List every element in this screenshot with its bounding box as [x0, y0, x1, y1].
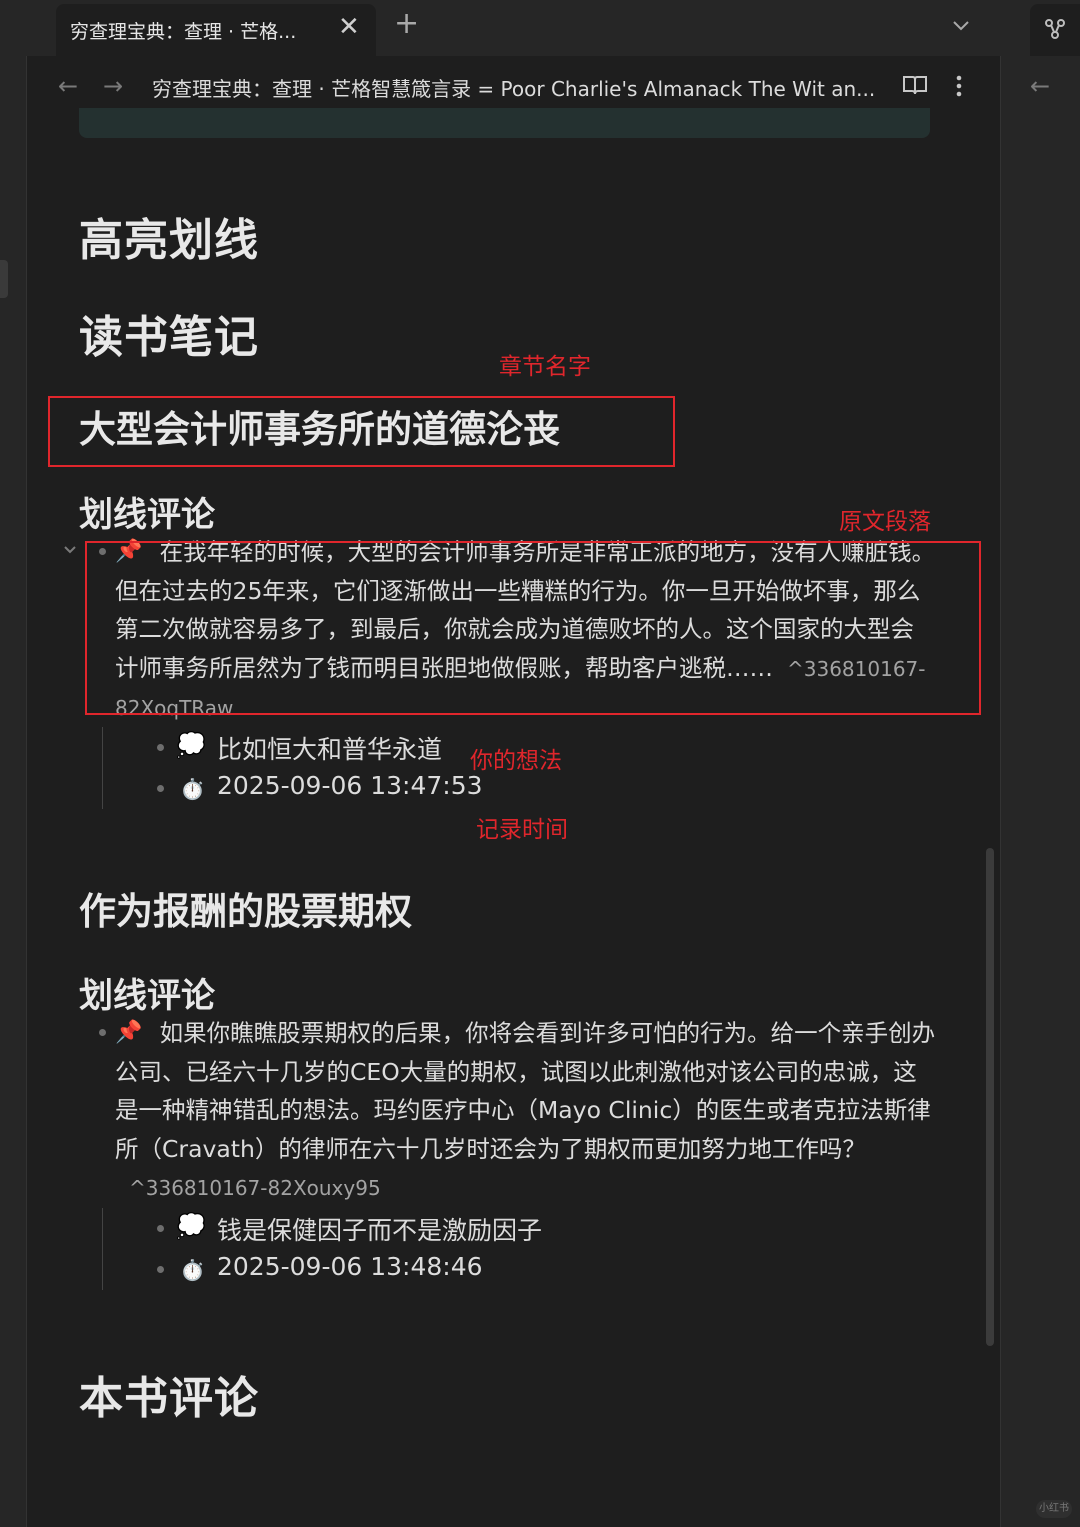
sidebar-toggle-handle[interactable]: [0, 260, 8, 298]
annotation-record-time: 记录时间: [476, 817, 568, 843]
my-thought: 比如恒大和普华永道: [217, 735, 443, 764]
tab-title[interactable]: 穷查理宝典：查理 · 芒格...: [70, 17, 296, 44]
right-panel-tab[interactable]: [1030, 4, 1080, 56]
vertical-scrollbar[interactable]: [986, 848, 994, 1346]
record-timestamp: 2025-09-06 13:48:46: [217, 1252, 483, 1281]
more-options-icon[interactable]: [955, 74, 963, 98]
list-bullet: [157, 1266, 164, 1273]
forward-arrow-icon[interactable]: →: [103, 72, 123, 100]
back-arrow-icon[interactable]: ←: [58, 72, 78, 100]
heading-reading-notes: 读书笔记: [79, 312, 259, 363]
annotation-original-paragraph: 原文段落: [839, 509, 931, 535]
stopwatch-icon: ⏱️: [180, 1258, 205, 1282]
list-bullet: [157, 744, 164, 751]
heading-book-review: 本书评论: [79, 1373, 259, 1424]
reading-view-icon[interactable]: [902, 74, 928, 96]
section-heading-comments: 划线评论: [79, 495, 215, 535]
watermark-logo: 小红书: [1036, 1500, 1072, 1518]
indent-guide: [102, 1208, 103, 1290]
heading-highlights: 高亮划线: [79, 215, 259, 266]
graph-icon[interactable]: [1044, 18, 1066, 40]
annotation-box-chapter: [48, 396, 675, 467]
right-sidebar: [1000, 56, 1080, 1527]
pin-icon: 📌: [115, 1020, 143, 1045]
thought-bubble-icon: 💭: [176, 1212, 206, 1240]
new-tab-button[interactable]: +: [394, 6, 419, 41]
annotation-chapter-name: 章节名字: [499, 354, 591, 380]
active-tab[interactable]: 穷查理宝典：查理 · 芒格... ✕: [56, 4, 376, 56]
annotation-box-paragraph: [85, 541, 981, 715]
annotation-your-thought: 你的想法: [470, 748, 562, 774]
quote-text: 如果你瞧瞧股票期权的后果，你将会看到许多可怕的行为。给一个亲手创办公司、已经六十…: [115, 1019, 936, 1163]
thought-bubble-icon: 💭: [176, 731, 206, 759]
list-bullet: [157, 785, 164, 792]
collapse-chevron-icon[interactable]: [62, 543, 78, 557]
close-tab-icon[interactable]: ✕: [338, 12, 360, 42]
chevron-down-icon[interactable]: [950, 14, 972, 36]
list-bullet: [99, 1029, 106, 1036]
right-panel-back-icon[interactable]: ←: [1030, 72, 1050, 100]
record-timestamp: 2025-09-06 13:47:53: [217, 771, 483, 800]
section-heading-comments: 划线评论: [79, 976, 215, 1016]
stopwatch-icon: ⏱️: [180, 777, 205, 801]
chapter-title: 作为报酬的股票期权: [79, 890, 412, 933]
indent-guide: [102, 727, 103, 809]
block-id: ^336810167-82Xouxy95: [129, 1176, 381, 1200]
note-title-breadcrumb[interactable]: 穷查理宝典：查理 · 芒格智慧箴言录 = Poor Charlie's Alma…: [152, 73, 887, 102]
highlight-quote: 📌 如果你瞧瞧股票期权的后果，你将会看到许多可怕的行为。给一个亲手创办公司、已经…: [115, 1014, 937, 1208]
code-block-end: [79, 108, 930, 138]
list-bullet: [157, 1225, 164, 1232]
my-thought: 钱是保健因子而不是激励因子: [217, 1216, 543, 1245]
